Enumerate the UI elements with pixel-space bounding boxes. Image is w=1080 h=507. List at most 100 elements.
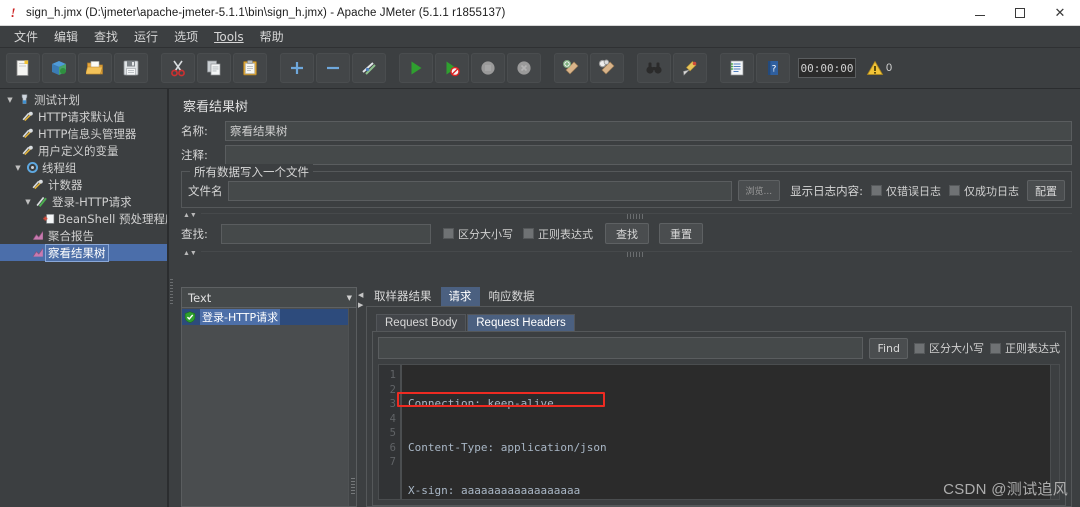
upper-splitter[interactable]: ▲▼ [181,210,1072,221]
checkbox-box[interactable] [949,185,960,196]
headers-find-input[interactable] [378,337,864,359]
cut-button[interactable] [161,53,195,83]
svg-text:?: ? [772,65,777,75]
search-reset-button[interactable] [673,53,707,83]
minus-icon [327,66,339,70]
tree-node-aggregate-report[interactable]: 聚合报告 [0,227,167,244]
renderer-combobox[interactable]: Text ▼ [181,287,357,308]
help-button[interactable]: ? [756,53,790,83]
test-plan-tree[interactable]: ▼ 测试计划 HTTP请求默认值 HTTP信息头管理器 用户定义的变量 ▼ 线程… [0,89,168,507]
name-label: 名称: [181,124,208,138]
copy-button[interactable] [197,53,231,83]
browse-button[interactable]: 浏览... [737,180,781,201]
minimize-button[interactable] [960,0,1000,26]
clear-button[interactable] [554,53,588,83]
menu-help[interactable]: 帮助 [252,26,292,47]
lower-splitter[interactable]: ▲▼ [181,248,1072,259]
tree-node-view-results-tree[interactable]: 察看结果树 [0,243,167,262]
tree-node-beanshell-preprocessor[interactable]: BeanShell 预处理程序 [0,210,167,227]
search-input[interactable] [221,223,431,244]
search-find-button[interactable]: 查找 [605,223,649,244]
collapse-all-button[interactable] [316,53,350,83]
search-regex-checkbox[interactable]: 正则表达式 [523,226,593,242]
log-display-label: 显示日志内容: [790,183,863,198]
broom-icon [683,61,697,76]
results-list-pane: Text ▼ 登录-HTTP请求 [181,287,357,507]
menu-file[interactable]: 文件 [6,26,46,47]
filename-input[interactable] [228,180,732,201]
headers-case-checkbox[interactable]: 区分大小写 [914,340,984,356]
menu-search[interactable]: 查找 [86,26,126,47]
watermark: CSDN @测试追风 [943,481,1068,498]
search-reset-button[interactable]: 重置 [659,223,703,244]
headers-regex-checkbox[interactable]: 正则表达式 [990,340,1060,356]
splitter-bar[interactable] [200,251,1072,256]
menu-edit[interactable]: 编辑 [46,26,86,47]
tab-response-data[interactable]: 响应数据 [480,287,543,306]
templates-button[interactable] [42,53,76,83]
expand-all-button[interactable] [280,53,314,83]
stop-button[interactable] [471,53,505,83]
menu-run[interactable]: 运行 [126,26,166,47]
tab-sampler-result[interactable]: 取样器结果 [366,287,440,306]
errors-only-checkbox[interactable]: 仅错误日志 [871,183,941,199]
save-button[interactable] [114,53,148,83]
tree-node-http-defaults[interactable]: HTTP请求默认值 [0,108,167,125]
checkbox-box[interactable] [443,228,454,239]
start-no-timers-button[interactable] [435,53,469,83]
tree-node-label: 察看结果树 [45,243,109,262]
tree-node-thread-group[interactable]: ▼ 线程组 [0,159,167,176]
toggle-button[interactable] [352,53,386,83]
search-button[interactable] [637,53,671,83]
results-list[interactable]: 登录-HTTP请求 [181,308,357,507]
window-title: sign_h.jmx (D:\jmeter\apache-jmeter-5.1.… [26,6,506,19]
subtab-request-headers[interactable]: Request Headers [467,314,575,331]
tree-node-test-plan[interactable]: ▼ 测试计划 [0,91,167,108]
chevron-down-icon[interactable]: ▼ [347,294,352,302]
tree-node-counter[interactable]: 计数器 [0,176,167,193]
tab-request[interactable]: 请求 [440,287,480,306]
open-button[interactable] [78,53,112,83]
menu-tools[interactable]: Tools [206,28,252,46]
tree-node-header-manager[interactable]: HTTP信息头管理器 [0,125,167,142]
chevron-down-icon[interactable]: ▼ [22,198,34,206]
right-pane-scrollbar[interactable] [1072,178,1080,507]
chevron-down-icon[interactable]: ▼ [4,96,16,104]
function-helper-button[interactable] [720,53,754,83]
warning-count: 0 [886,62,893,74]
clear-all-button[interactable] [590,53,624,83]
shutdown-button[interactable] [507,53,541,83]
tree-node-login-http-request[interactable]: ▼ 登录-HTTP请求 [0,193,167,210]
subtab-request-body[interactable]: Request Body [376,314,467,331]
headers-find-button[interactable]: Find [869,337,908,359]
menu-options[interactable]: 选项 [166,26,206,47]
checkbox-box[interactable] [990,342,1001,354]
list-item[interactable]: 登录-HTTP请求 [182,309,356,325]
checkbox-box[interactable] [523,228,534,239]
name-input[interactable]: 察看结果树 [225,121,1072,141]
checkbox-box[interactable] [871,185,882,196]
close-button[interactable]: ✕ [1040,0,1080,26]
configure-button[interactable]: 配置 [1027,180,1065,201]
warning-indicator[interactable]: 0 [866,59,892,77]
success-only-checkbox[interactable]: 仅成功日志 [949,183,1019,199]
headers-find-row: Find 区分大小写 正则表达式 [378,337,1060,359]
new-button[interactable] [6,53,40,83]
search-case-checkbox[interactable]: 区分大小写 [443,226,513,242]
splitter-bar[interactable] [200,213,1072,218]
checkbox-box[interactable] [914,342,925,354]
start-button[interactable] [399,53,433,83]
splitter-arrows-icon[interactable]: ▲▼ [181,212,197,219]
splitter-arrows-icon[interactable]: ▲▼ [181,250,197,257]
maximize-button[interactable] [1000,0,1040,26]
splitter-left-arrow-icon[interactable]: ◀ [358,291,363,299]
tree-node-user-variables[interactable]: 用户定义的变量 [0,142,167,159]
results-list-scrollbar[interactable] [348,308,356,506]
results-detail-splitter[interactable]: ◀ ▶ [357,287,366,507]
scrollbar-grip[interactable] [351,478,355,496]
splitter-right-arrow-icon[interactable]: ▶ [358,301,363,309]
tree-node-label: 计数器 [48,177,83,192]
comment-input[interactable] [225,145,1072,165]
paste-button[interactable] [233,53,267,83]
chevron-down-icon[interactable]: ▼ [12,164,24,172]
